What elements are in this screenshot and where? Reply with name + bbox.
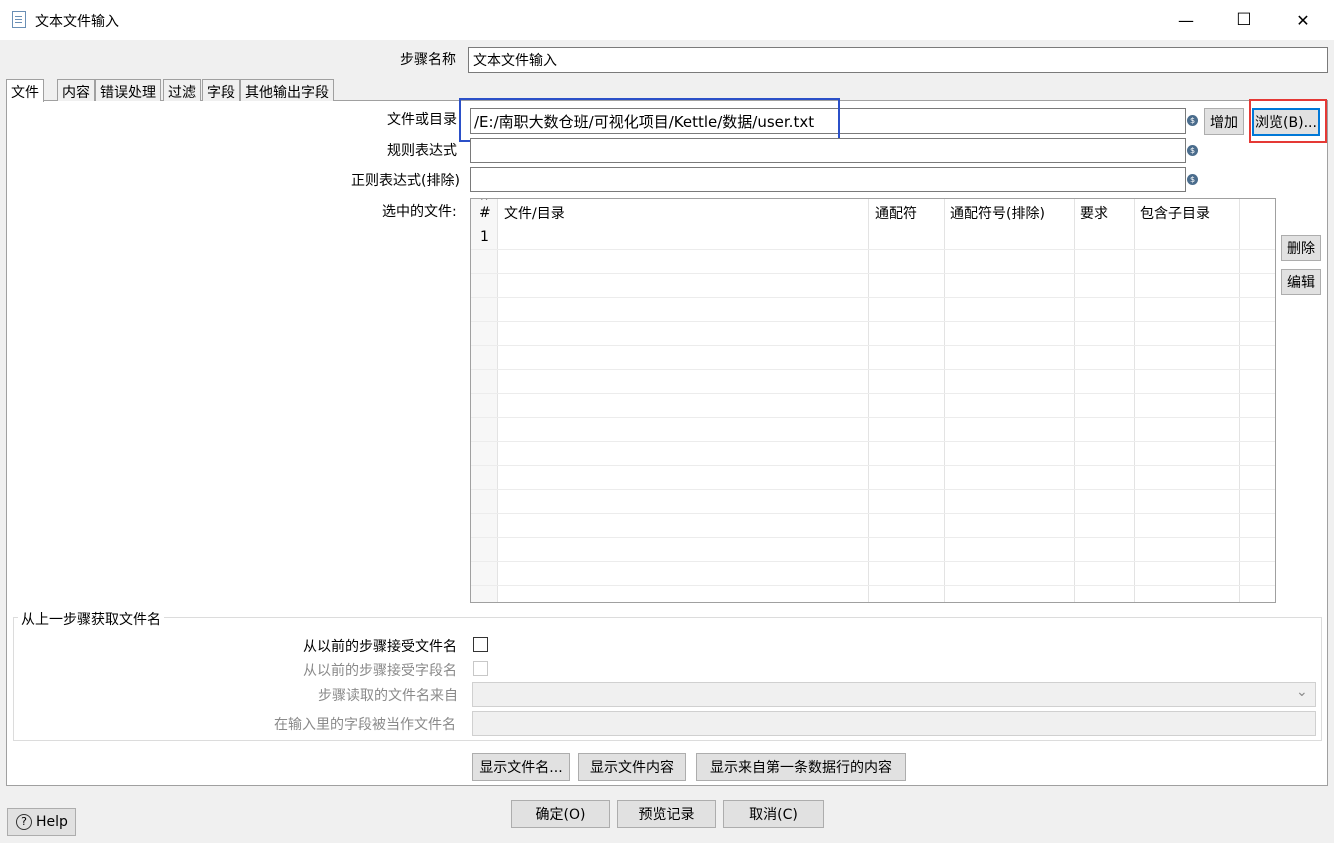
- window-title: 文本文件输入: [35, 14, 119, 30]
- step-source-label: 步骤读取的文件名来自: [318, 688, 458, 704]
- grid-header-file-dir[interactable]: 文件/目录: [504, 203, 565, 223]
- edit-button[interactable]: 编辑: [1281, 269, 1321, 295]
- table-row-number[interactable]: 1: [480, 229, 489, 245]
- document-icon: [12, 11, 26, 28]
- regex-exclude-label: 正则表达式(排除): [351, 173, 460, 189]
- regex-label: 规则表达式: [387, 143, 457, 159]
- show-filenames-button[interactable]: 显示文件名...: [472, 753, 570, 781]
- prev-step-group-title: 从上一步骤获取文件名: [18, 609, 164, 629]
- grid-header-wildcard[interactable]: 通配符: [875, 203, 917, 223]
- tab-other-output-fields[interactable]: 其他输出字段: [240, 79, 334, 101]
- grid-header-num[interactable]: #: [479, 205, 491, 221]
- close-button[interactable]: ✕: [1274, 0, 1332, 40]
- field-as-filename-label: 在输入里的字段被当作文件名: [274, 717, 456, 733]
- tab-file[interactable]: 文件: [6, 79, 44, 102]
- selected-files-label: 选中的文件:: [382, 204, 457, 220]
- accept-filenames-label: 从以前的步骤接受文件名: [303, 639, 457, 655]
- accept-fieldnames-checkbox[interactable]: [473, 661, 488, 676]
- help-icon: ?: [16, 814, 32, 830]
- regex-input[interactable]: [470, 138, 1186, 163]
- regex-exclude-input[interactable]: [470, 167, 1186, 192]
- grid-header-wildcard-exclude[interactable]: 通配符号(排除): [950, 203, 1045, 223]
- step-source-dropdown[interactable]: [472, 682, 1316, 707]
- grid-header-required[interactable]: 要求: [1080, 203, 1108, 223]
- variable-icon: $: [1187, 115, 1198, 126]
- variable-icon: $: [1187, 174, 1198, 185]
- selected-files-table[interactable]: ^ # 文件/目录 通配符 通配符号(排除) 要求 包含子目录 1: [470, 198, 1276, 603]
- delete-button[interactable]: 删除: [1281, 235, 1321, 261]
- add-button[interactable]: 增加: [1204, 108, 1244, 135]
- accept-filenames-checkbox[interactable]: [473, 637, 488, 652]
- accept-fieldnames-label: 从以前的步骤接受字段名: [303, 663, 457, 679]
- row-number-column: [471, 199, 498, 602]
- step-name-input[interactable]: 文本文件输入: [468, 47, 1328, 73]
- browse-button[interactable]: 浏览(B)...: [1252, 108, 1320, 136]
- minimize-button[interactable]: —: [1157, 0, 1215, 40]
- title-bar: [0, 0, 1334, 40]
- show-file-content-button[interactable]: 显示文件内容: [578, 753, 686, 781]
- step-name-label: 步骤名称: [400, 52, 456, 68]
- grid-header-include-subfolders[interactable]: 包含子目录: [1140, 203, 1210, 223]
- ok-button[interactable]: 确定(O): [511, 800, 610, 828]
- preview-button[interactable]: 预览记录: [617, 800, 716, 828]
- tab-filter[interactable]: 过滤: [163, 79, 201, 101]
- tab-error-handling[interactable]: 错误处理: [95, 79, 161, 101]
- chevron-down-icon: ⌄: [1296, 684, 1308, 700]
- file-or-dir-input[interactable]: /E:/南职大数仓班/可视化项目/Kettle/数据/user.txt: [470, 108, 1186, 134]
- maximize-button[interactable]: ☐: [1215, 0, 1273, 40]
- tab-fields[interactable]: 字段: [202, 79, 240, 101]
- show-first-row-button[interactable]: 显示来自第一条数据行的内容: [696, 753, 906, 781]
- help-label: Help: [36, 814, 68, 830]
- variable-icon: $: [1187, 145, 1198, 156]
- cancel-button[interactable]: 取消(C): [723, 800, 824, 828]
- field-as-filename-input[interactable]: [472, 711, 1316, 736]
- tab-content[interactable]: 内容: [57, 79, 95, 101]
- file-or-dir-label: 文件或目录: [387, 112, 457, 128]
- help-button[interactable]: ? Help: [7, 808, 76, 836]
